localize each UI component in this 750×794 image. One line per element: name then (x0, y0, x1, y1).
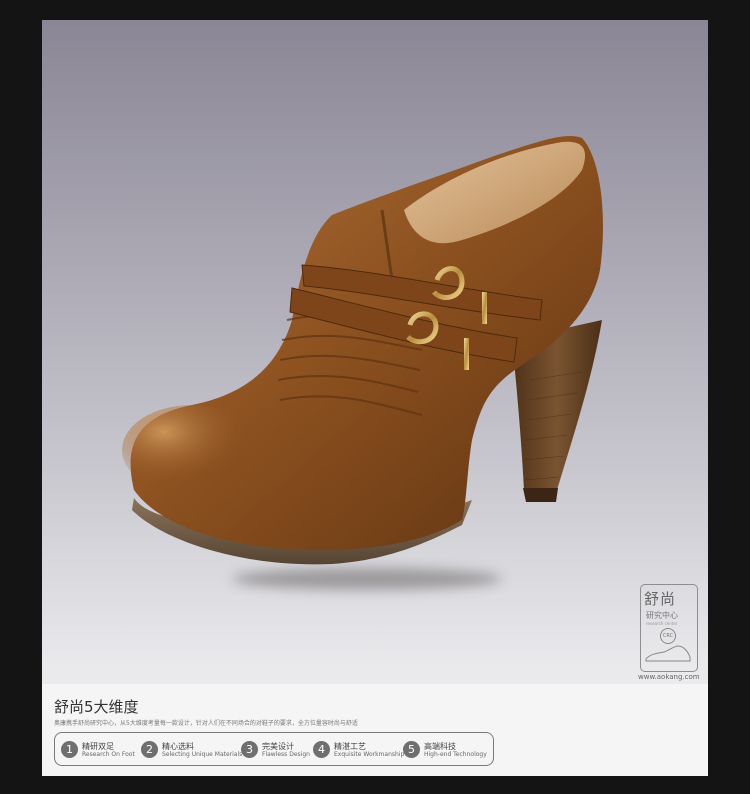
website-url[interactable]: www.aokang.com (638, 673, 700, 681)
product-photo-panel: 舒尚 研究中心 research center CRC www.aokang.c… (42, 20, 708, 776)
dimension-en-label: Flawless Design (262, 751, 310, 758)
section-description: 奥康携手舒尚研究中心，从5大维度考量每一款设计，针对人们在不同场合的对鞋子的要求… (54, 720, 358, 727)
dimension-en-label: Research On Foot (82, 751, 135, 758)
info-section: 舒尚5大维度 奥康携手舒尚研究中心，从5大维度考量每一款设计，针对人们在不同场合… (42, 684, 708, 776)
number-badge: 3 (241, 741, 258, 758)
stamp-subtitle: 研究中心 (646, 611, 678, 620)
shoe-outline-icon (645, 645, 691, 662)
stamp-small-text: research center (646, 621, 678, 626)
stamp-title: 舒尚 (644, 590, 677, 608)
number-badge: 4 (313, 741, 330, 758)
dimensions-bar: 1 精研双足 Research On Foot 2 精心选料 Selecting… (54, 732, 494, 766)
shoe-illustration (122, 135, 603, 565)
research-center-stamp: 舒尚 研究中心 research center CRC www.aokang.c… (638, 584, 700, 686)
dimension-en-label: Selecting Unique Materials (162, 751, 243, 758)
heel-tip (523, 488, 558, 502)
toe-highlight (122, 405, 262, 495)
number-badge: 1 (61, 741, 78, 758)
dimension-en-label: Exquisite Workmanship (334, 751, 405, 758)
section-title: 舒尚5大维度 (54, 698, 139, 716)
number-badge: 2 (141, 741, 158, 758)
stamp-circle-mark: CRC (660, 628, 676, 644)
dimension-en-label: High-end Technology (424, 751, 487, 758)
number-badge: 5 (403, 741, 420, 758)
page-frame: 舒尚 研究中心 research center CRC www.aokang.c… (0, 0, 750, 794)
